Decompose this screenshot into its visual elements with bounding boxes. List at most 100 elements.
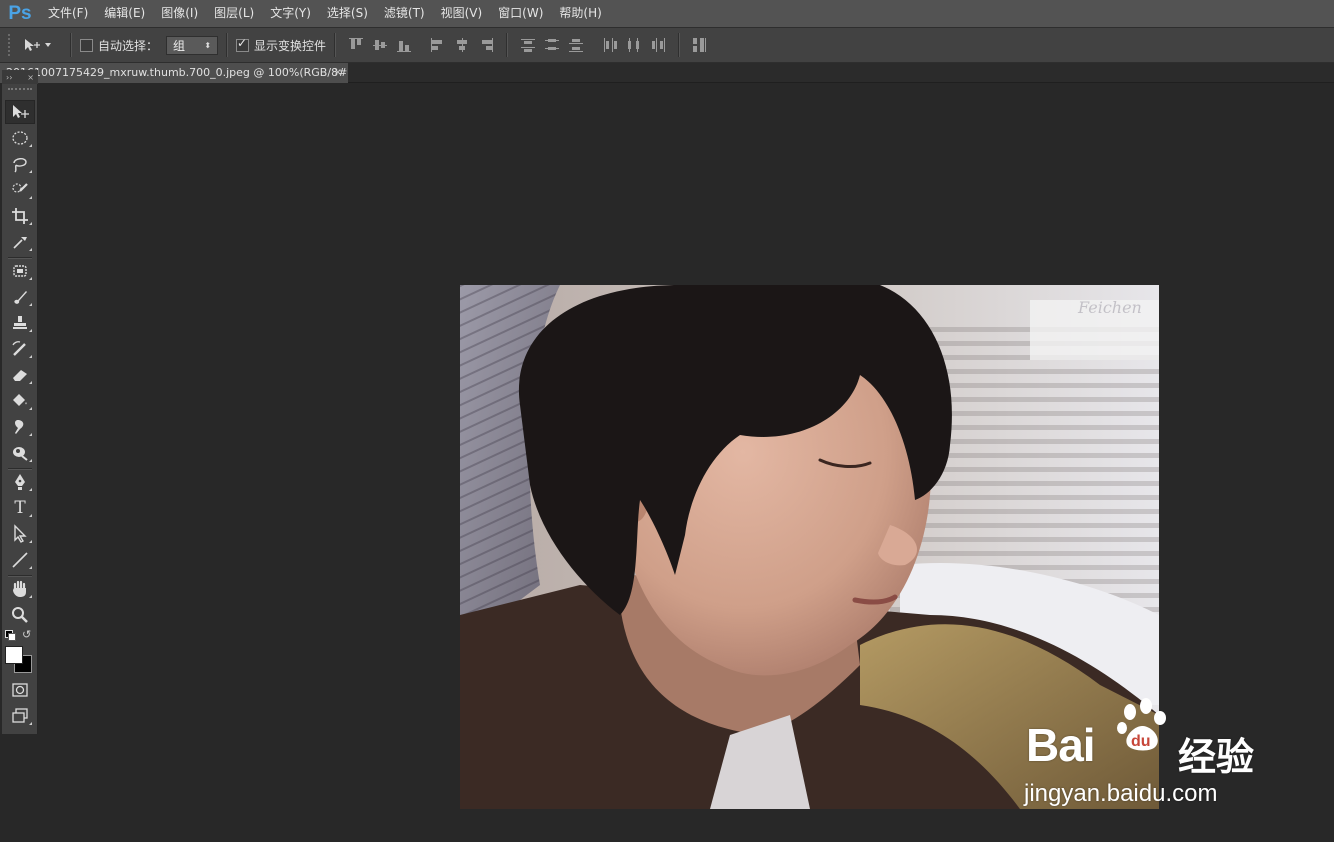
- menu-bar: Ps 文件(F) 编辑(E) 图像(I) 图层(L) 文字(Y) 选择(S) 滤…: [0, 0, 1334, 27]
- document-tab-bar: 20161007175429_mxruw.thumb.700_0.jpeg @ …: [0, 63, 1334, 83]
- eraser-tool[interactable]: [5, 363, 35, 387]
- auto-select-label: 自动选择：: [98, 38, 159, 53]
- separator: [678, 33, 681, 57]
- elliptical-marquee-icon: [12, 131, 28, 145]
- menu-help[interactable]: 帮助(H): [551, 0, 609, 27]
- paint-bucket-icon: [13, 394, 27, 406]
- healing-brush-tool[interactable]: [5, 259, 35, 283]
- menu-image[interactable]: 图像(I): [153, 0, 206, 27]
- menu-filter[interactable]: 滤镜(T): [376, 0, 433, 27]
- clone-stamp-tool[interactable]: [5, 311, 35, 335]
- menu-select[interactable]: 选择(S): [319, 0, 376, 27]
- distribute-top-button[interactable]: [520, 37, 536, 53]
- distribute-horizontal-centers-button[interactable]: [626, 37, 642, 53]
- brush-icon: [14, 291, 27, 304]
- align-vertical-centers-button[interactable]: [372, 37, 388, 53]
- distribute-right-button[interactable]: [650, 37, 666, 53]
- options-bar: 自动选择： 组 ⬍ 显示变换控件: [0, 27, 1334, 63]
- hand-tool[interactable]: [5, 577, 35, 601]
- zoom-tool[interactable]: [5, 603, 35, 627]
- collapse-panel-icon[interactable]: ››: [6, 73, 12, 82]
- options-bar-grip[interactable]: [8, 34, 16, 56]
- move-tool[interactable]: [5, 100, 35, 124]
- blur-drop-icon: [15, 420, 24, 434]
- auto-align-layers-button[interactable]: [692, 37, 708, 53]
- hand-icon: [13, 580, 26, 597]
- history-brush-icon: [12, 341, 26, 356]
- chevron-down-icon: [45, 43, 51, 47]
- toolbox-header: ›› ×: [2, 70, 38, 84]
- document-tab[interactable]: 20161007175429_mxruw.thumb.700_0.jpeg @ …: [0, 63, 348, 83]
- auto-select-dropdown[interactable]: 组 ⬍: [166, 35, 219, 55]
- paint-bucket-tool[interactable]: [5, 389, 35, 413]
- show-transform-checkbox[interactable]: [236, 36, 250, 52]
- quick-mask-icon: [12, 683, 28, 697]
- close-icon[interactable]: ×: [27, 73, 34, 82]
- align-right-edges-button[interactable]: [478, 37, 494, 53]
- move-icon: [25, 39, 40, 51]
- path-selection-icon: [14, 524, 27, 543]
- align-horizontal-centers-button[interactable]: [454, 37, 470, 53]
- path-selection-tool[interactable]: [5, 522, 35, 546]
- menu-file[interactable]: 文件(F): [40, 0, 96, 27]
- menu-layer[interactable]: 图层(L): [206, 0, 262, 27]
- align-top-edges-button[interactable]: [348, 37, 364, 53]
- dodge-tool[interactable]: [5, 441, 35, 465]
- lasso-tool[interactable]: [5, 152, 35, 176]
- type-icon: T: [14, 498, 26, 518]
- menu-view[interactable]: 视图(V): [433, 0, 491, 27]
- auto-select-value: 组: [173, 38, 186, 53]
- pen-tool[interactable]: [5, 470, 35, 494]
- document-tab-title: 20161007175429_mxruw.thumb.700_0.jpeg @ …: [6, 66, 348, 79]
- menu-type[interactable]: 文字(Y): [262, 0, 319, 27]
- pen-icon: [15, 474, 25, 490]
- separator: [70, 33, 72, 57]
- history-brush-tool[interactable]: [5, 337, 35, 361]
- watermark-product: 经验: [1178, 737, 1255, 779]
- photoshop-logo: Ps: [8, 2, 32, 24]
- line-tool[interactable]: [5, 548, 35, 572]
- quick-mask-button[interactable]: [5, 678, 35, 702]
- foreground-color-swatch[interactable]: [5, 646, 23, 664]
- crop-icon: [12, 208, 28, 224]
- crop-tool[interactable]: [5, 204, 35, 228]
- swap-colors-icon[interactable]: ↺: [22, 628, 31, 641]
- align-bottom-edges-button[interactable]: [396, 37, 412, 53]
- align-left-edges-button[interactable]: [430, 37, 446, 53]
- close-icon[interactable]: ×: [334, 63, 342, 83]
- type-tool[interactable]: T: [5, 496, 35, 520]
- line-icon: [12, 552, 28, 568]
- marquee-tool[interactable]: [5, 126, 35, 150]
- eyedropper-tool[interactable]: [5, 230, 35, 254]
- updown-arrow-icon: ⬍: [204, 40, 212, 50]
- stamp-icon: [13, 316, 27, 329]
- screen-mode-icon: [12, 708, 28, 723]
- quick-selection-tool[interactable]: [5, 178, 35, 202]
- menu-edit[interactable]: 编辑(E): [96, 0, 153, 27]
- magnifier-icon: [12, 607, 28, 623]
- lasso-icon: [13, 158, 27, 173]
- auto-select-checkbox[interactable]: [80, 38, 93, 52]
- dodge-icon: [13, 447, 28, 461]
- eraser-icon: [13, 370, 27, 381]
- show-transform-label: 显示变换控件: [254, 38, 327, 53]
- distribute-left-button[interactable]: [602, 37, 618, 53]
- image-signature: Feichen: [1077, 298, 1142, 317]
- distribute-bottom-button[interactable]: [568, 37, 584, 53]
- bandage-icon: [13, 265, 27, 277]
- separator: [334, 33, 337, 57]
- screen-mode-button[interactable]: [5, 704, 35, 728]
- brush-tool[interactable]: [5, 285, 35, 309]
- baidu-jingyan-watermark: Bai du 经验 jingyan.baidu.com: [1022, 698, 1272, 818]
- distribute-vertical-centers-button[interactable]: [544, 37, 560, 53]
- tool-preset-picker[interactable]: [22, 37, 62, 53]
- toolbox-grip[interactable]: [8, 88, 32, 93]
- paw-du-text: du: [1131, 733, 1151, 750]
- separator: [506, 33, 509, 57]
- blur-tool[interactable]: [5, 415, 35, 439]
- default-colors-icon[interactable]: [5, 630, 16, 641]
- menu-window[interactable]: 窗口(W): [490, 0, 551, 27]
- toolbox: T ↺: [2, 84, 38, 734]
- separator: [226, 33, 229, 57]
- baidu-paw-icon: du: [1117, 698, 1166, 751]
